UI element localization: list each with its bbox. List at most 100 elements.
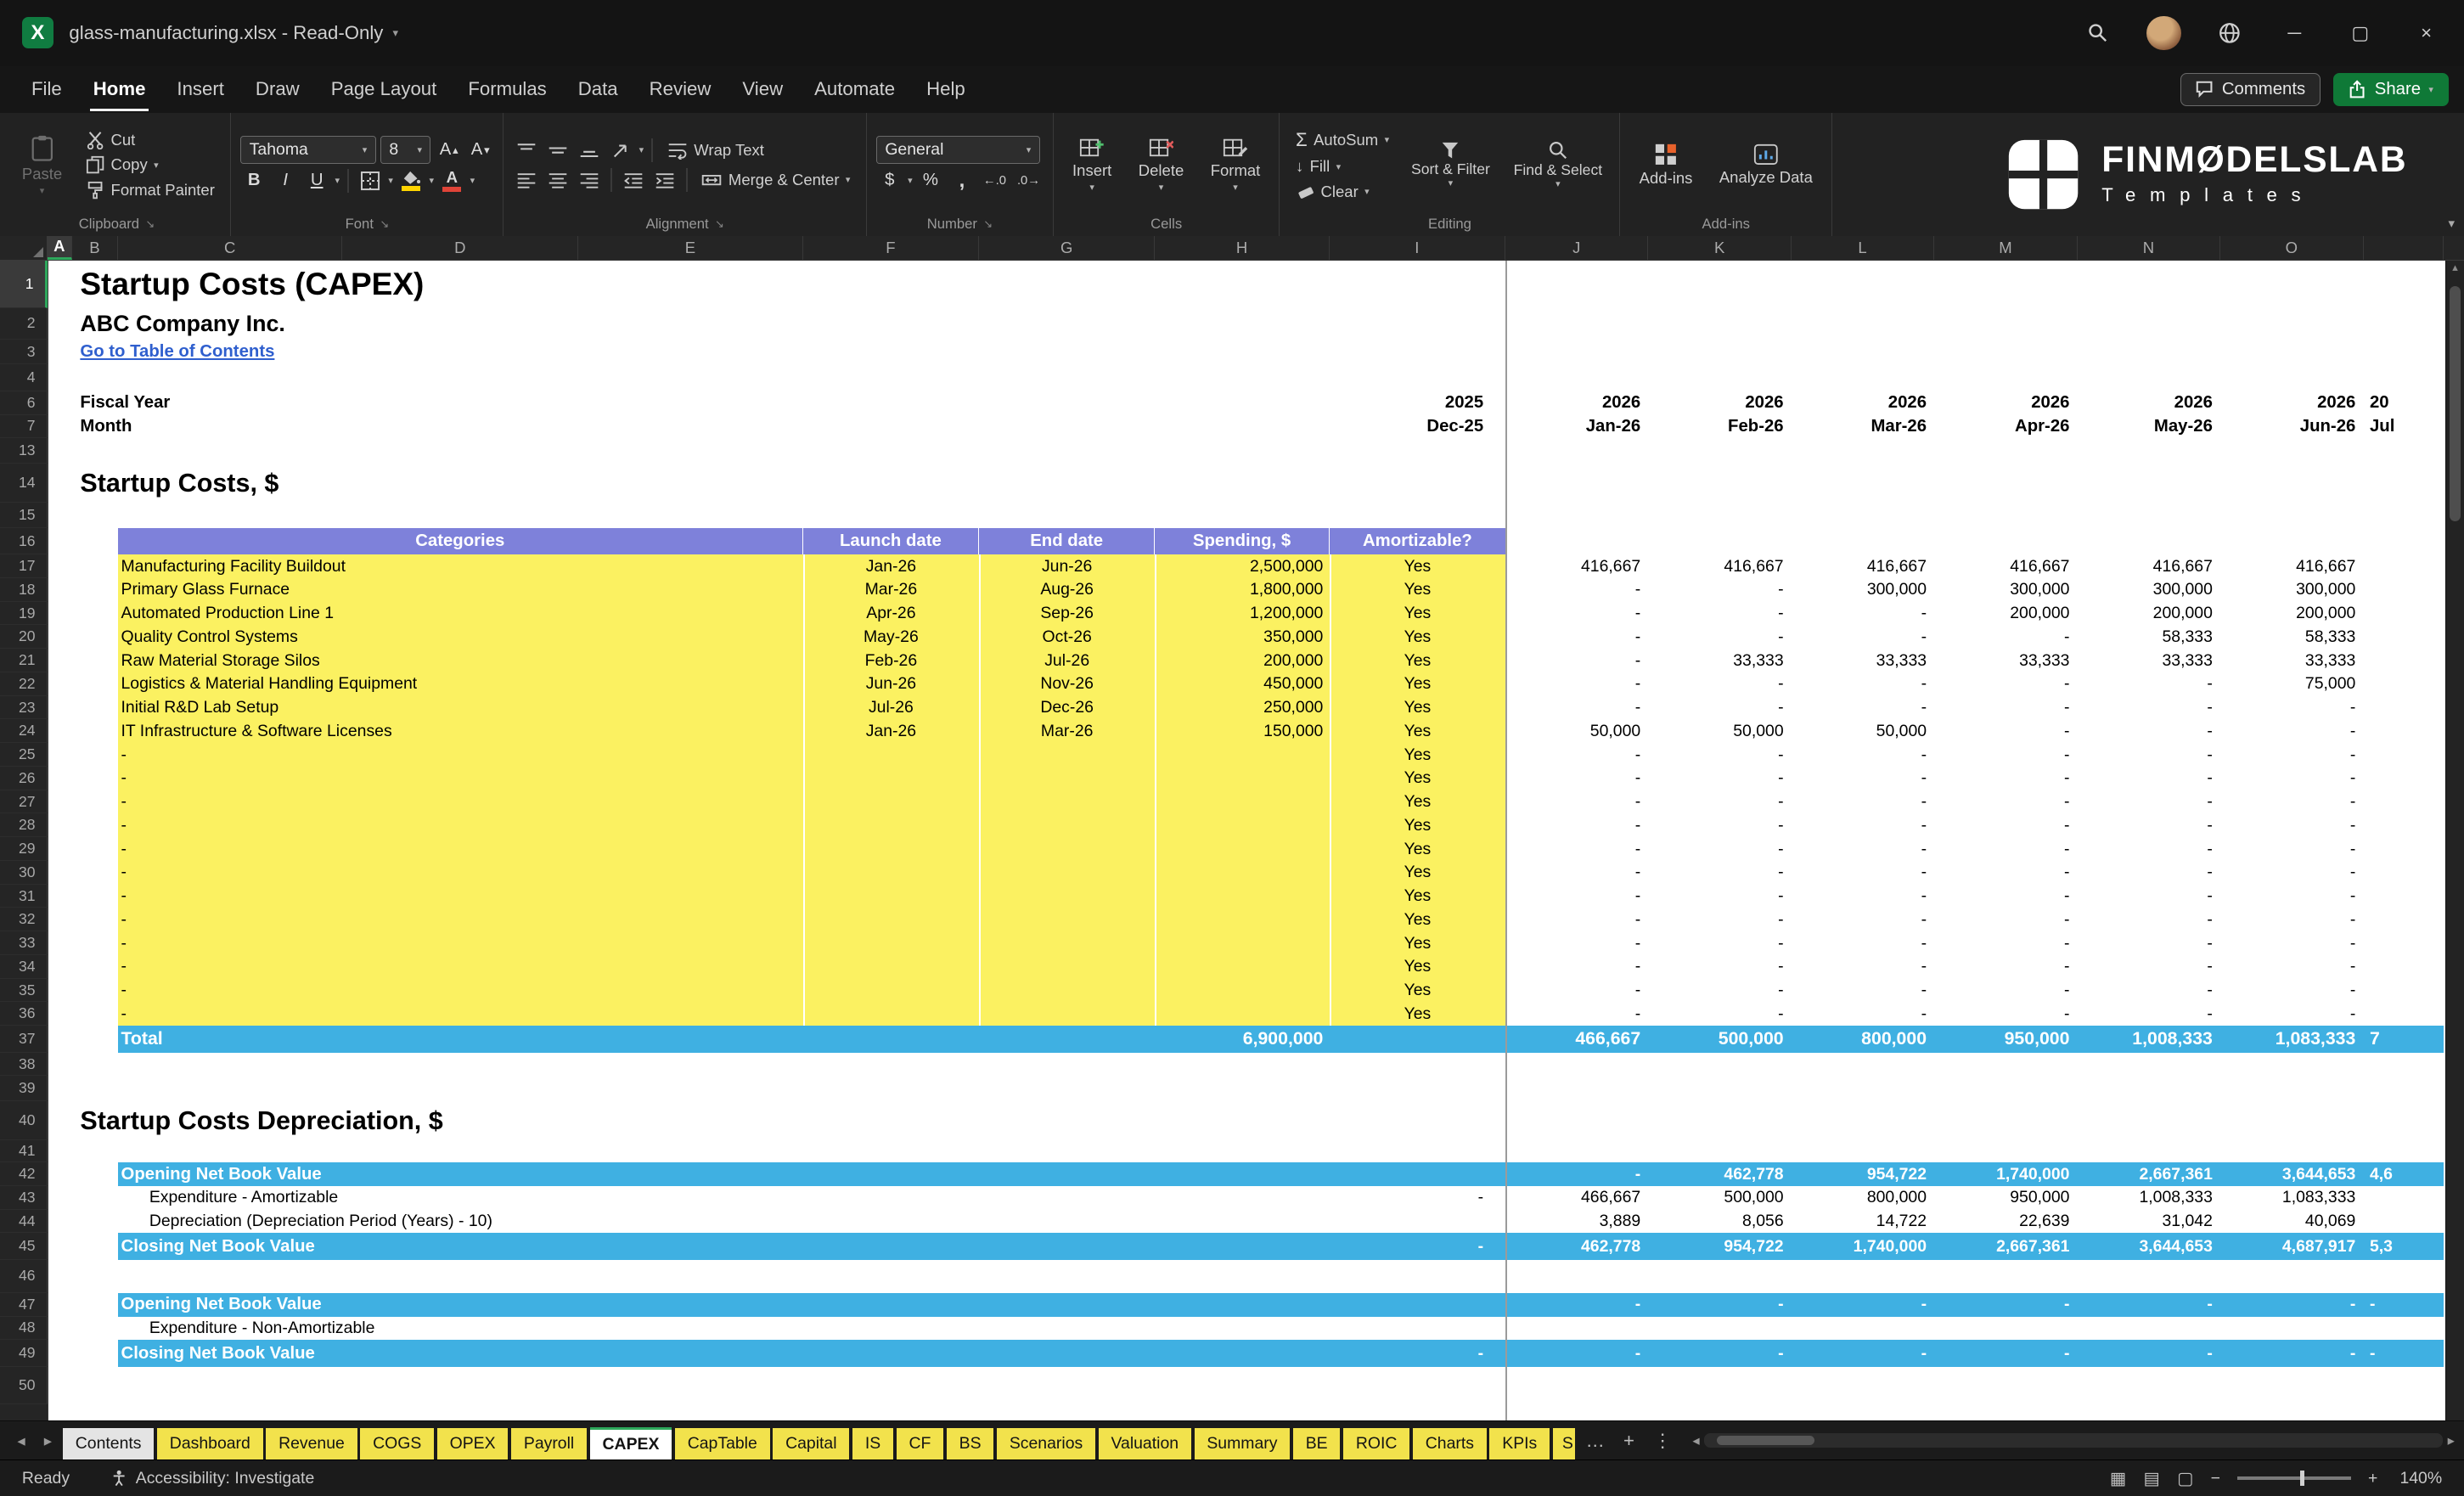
cell-value[interactable]: - — [1648, 1340, 1783, 1366]
cell-value[interactable]: 800,000 — [1792, 1186, 1927, 1210]
horizontal-scrollbar[interactable] — [1704, 1433, 2444, 1448]
sheet-tab-s[interactable]: S — [1552, 1428, 1575, 1460]
bottom-align-button[interactable] — [577, 137, 603, 163]
row-header-2[interactable]: 2 — [0, 307, 48, 340]
cell-value[interactable]: - — [1792, 1340, 1927, 1366]
analyze-data-button[interactable]: Analyze Data — [1710, 141, 1822, 189]
total-spending[interactable]: 6,900,000 — [1155, 1026, 1324, 1052]
paste-button[interactable]: Paste ▾ — [13, 131, 72, 200]
cell-value[interactable]: - — [1505, 743, 1640, 767]
cell-value[interactable]: 300,000 — [1792, 578, 1927, 602]
cell-value[interactable]: - — [2220, 908, 2355, 931]
cell-value[interactable]: - — [2078, 885, 2212, 908]
cell-amortizable[interactable]: Yes — [1330, 649, 1505, 672]
cell-value[interactable]: - — [1505, 955, 1640, 979]
cell-value[interactable]: - — [1505, 1002, 1640, 1026]
month-value[interactable]: May-26 — [2078, 415, 2213, 439]
cell-value[interactable]: - — [2078, 837, 2212, 861]
row-header-42[interactable]: 42 — [0, 1162, 48, 1186]
menu-formulas[interactable]: Formulas — [453, 66, 562, 114]
sheet-tab-payroll[interactable]: Payroll — [511, 1428, 588, 1460]
cell-end-date[interactable]: Nov-26 — [979, 672, 1155, 696]
cell-value[interactable]: 50,000 — [1792, 719, 1927, 743]
cell-category[interactable]: Quality Control Systems — [121, 625, 797, 649]
cell-value[interactable]: - — [1505, 649, 1640, 672]
cell-value[interactable]: 300,000 — [2220, 578, 2355, 602]
row-header-30[interactable]: 30 — [0, 860, 48, 885]
cell-value[interactable]: 31,042 — [2078, 1210, 2212, 1234]
row-header-24[interactable]: 24 — [0, 719, 48, 744]
cell-value[interactable]: 950,000 — [1934, 1186, 2069, 1210]
cell-value[interactable]: 300,000 — [1934, 578, 2069, 602]
row-header-20[interactable]: 20 — [0, 625, 48, 650]
cell-value[interactable]: - — [1505, 767, 1640, 790]
cell-amortizable[interactable]: Yes — [1330, 767, 1505, 790]
fiscal-year-value[interactable]: 2026 — [1792, 391, 1927, 415]
cell-value[interactable]: 500,000 — [1648, 1026, 1784, 1052]
row-header-26[interactable]: 26 — [0, 766, 48, 790]
clipboard-launcher-icon[interactable]: ↘ — [145, 217, 155, 231]
vertical-scrollbar[interactable]: ▴ — [2444, 261, 2464, 1421]
cell-value[interactable]: - — [1648, 625, 1783, 649]
cell-value[interactable]: - — [1934, 743, 2069, 767]
sheet-tab-contents[interactable]: Contents — [62, 1428, 155, 1460]
row-header-33[interactable]: 33 — [0, 931, 48, 955]
cell-value[interactable]: - — [1792, 1002, 1927, 1026]
cell-value[interactable]: 1,740,000 — [1934, 1162, 2069, 1186]
sheet-tab-opex[interactable]: OPEX — [436, 1428, 509, 1460]
cell-value[interactable]: 466,667 — [1505, 1186, 1640, 1210]
cell-amortizable[interactable]: Yes — [1330, 885, 1505, 908]
cell-value[interactable]: - — [2078, 908, 2212, 931]
cell-value[interactable]: - — [1934, 813, 2069, 837]
cell-value[interactable]: 416,667 — [1648, 554, 1783, 578]
row-header-47[interactable]: 47 — [0, 1292, 48, 1317]
merge-center-button[interactable]: Merge & Center ▾ — [695, 169, 857, 191]
cell-value[interactable]: - — [1648, 767, 1783, 790]
month-value[interactable]: Feb-26 — [1648, 415, 1784, 439]
cell-value[interactable]: 3,644,653 — [2220, 1162, 2355, 1186]
cell-value[interactable]: - — [2220, 696, 2355, 720]
cell-value[interactable]: - — [2220, 743, 2355, 767]
row-header-27[interactable]: 27 — [0, 790, 48, 814]
decrease-font-size-button[interactable]: A ▾ — [467, 137, 493, 163]
cell-value[interactable]: - — [1934, 1293, 2069, 1317]
cell-launch-date[interactable]: Jul-26 — [803, 696, 979, 720]
column-header-J[interactable]: J — [1505, 235, 1649, 261]
cell-value[interactable]: - — [2220, 813, 2355, 837]
cell-launch-date[interactable]: May-26 — [803, 625, 979, 649]
cell-value[interactable]: - — [1505, 813, 1640, 837]
font-size-select[interactable]: 8 ▾ — [380, 136, 431, 165]
cell-value[interactable]: - — [1934, 955, 2069, 979]
row-header-44[interactable]: 44 — [0, 1209, 48, 1234]
dep-label[interactable]: Expenditure - Amortizable — [149, 1186, 809, 1210]
cell-amortizable[interactable]: Yes — [1330, 672, 1505, 696]
cell-value[interactable]: - — [1934, 1340, 2069, 1366]
column-header-K[interactable]: K — [1648, 235, 1792, 261]
cell-value[interactable]: 416,667 — [2078, 554, 2213, 578]
cell-value[interactable]: - — [2220, 1293, 2355, 1317]
cell-end-date[interactable]: Dec-26 — [979, 696, 1155, 720]
cell-spending[interactable]: 1,800,000 — [1155, 578, 1323, 602]
cell-category[interactable]: - — [121, 743, 278, 767]
font-launcher-icon[interactable]: ↘ — [380, 217, 389, 231]
toc-link[interactable]: Go to Table of Contents — [80, 340, 708, 365]
menu-insert[interactable]: Insert — [161, 66, 240, 114]
fiscal-year-value[interactable]: 2026 — [1934, 391, 2069, 415]
cell-amortizable[interactable]: Yes — [1330, 931, 1505, 955]
cell-category[interactable]: - — [121, 955, 278, 979]
cell-end-date[interactable]: Oct-26 — [979, 625, 1155, 649]
cell-value[interactable]: - — [1505, 625, 1640, 649]
cell-value[interactable]: 1,083,333 — [2220, 1026, 2356, 1052]
format-painter-button[interactable]: Format Painter — [80, 179, 222, 201]
cell-value[interactable]: - — [1505, 837, 1640, 861]
menu-file[interactable]: File — [16, 66, 78, 114]
cell-spending[interactable]: 150,000 — [1155, 719, 1323, 743]
column-header-C[interactable]: C — [118, 235, 343, 261]
cell-value[interactable]: - — [1505, 908, 1640, 931]
dep-label[interactable]: Opening Net Book Value — [121, 1162, 781, 1186]
cell-value[interactable]: - — [1934, 908, 2069, 931]
menu-help[interactable]: Help — [911, 66, 982, 114]
cell-value[interactable]: - — [1648, 931, 1783, 955]
cell-category[interactable]: - — [121, 837, 278, 861]
find-select-button[interactable]: Find & Select ▾ — [1505, 139, 1610, 192]
